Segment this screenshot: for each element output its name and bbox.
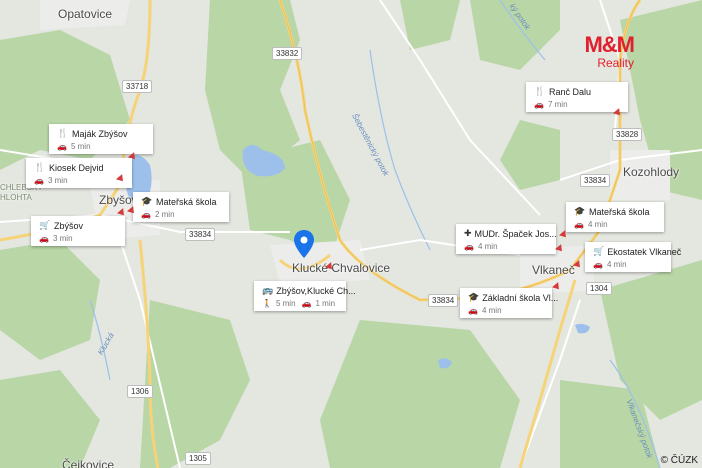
map-copyright: © ČÚZK [660, 455, 698, 466]
car-icon: 🚗 [574, 220, 584, 229]
school-icon: 🎓 [141, 196, 153, 206]
place-zbysov: Zbyšov [99, 193, 138, 207]
car-icon: 🚗 [57, 142, 67, 151]
poi-card[interactable]: 🚌 Zbýšov,Klucké Ch... 🚶 5 min 🚗 1 min [254, 281, 356, 311]
brand-logo-sub: Reality [597, 56, 634, 70]
fork-knife-icon: 🍴 [57, 128, 69, 138]
poi-duration: 4 min [587, 220, 608, 229]
poi-duration: 7 min [547, 100, 568, 109]
road-number: 33834 [185, 228, 216, 241]
poi-name: Zbýšov,Klucké Ch... [276, 285, 356, 296]
car-icon: 🚗 [141, 210, 151, 219]
poi-name: Mateřská škola [589, 206, 650, 217]
poi-duration: 5 min [275, 299, 296, 308]
school-icon: 🎓 [468, 292, 480, 302]
poi-duration: 3 min [52, 234, 73, 243]
poi-duration: 3 min [47, 176, 68, 185]
poi-duration: 4 min [481, 306, 502, 315]
poi-duration: 4 min [477, 242, 498, 251]
place-cejkovice: Čejkovice [62, 458, 115, 468]
car-icon: 🚗 [464, 242, 474, 251]
poi-name: Ekostatek Vlkaneč [607, 246, 682, 257]
poi-card[interactable]: 🍴 Kiosek Dejvid 🚗 3 min [26, 158, 132, 188]
poi-card[interactable]: 🛒 Zbýšov 🚗 3 min [31, 216, 125, 246]
fork-knife-icon: 🍴 [534, 86, 546, 96]
location-pin-icon[interactable] [293, 229, 315, 259]
brand-logo: M&M Reality [558, 32, 635, 71]
poi-name: Kiosek Dejvid [49, 162, 104, 173]
road-number: 1304 [586, 282, 612, 295]
poi-duration: 2 min [154, 210, 175, 219]
poi-card[interactable]: 🎓 Základní škola Vl... 🚗 4 min [460, 288, 558, 318]
car-icon: 🚗 [39, 234, 49, 243]
poi-card[interactable]: ✚ MUDr. Špaček Jos... 🚗 4 min [456, 224, 557, 254]
poi-duration: 4 min [606, 260, 627, 269]
bus-icon: 🚌 [262, 285, 274, 295]
cart-icon: 🛒 [593, 246, 605, 256]
map-canvas[interactable]: Opatovice Zbyšov Klucké Chvalovice Vlkan… [0, 0, 702, 468]
poi-name: Ranč Dalu [549, 86, 592, 97]
walk-icon: 🚶 [262, 299, 272, 308]
poi-duration: 5 min [70, 142, 91, 151]
road-number: 1306 [127, 385, 153, 398]
place-klucke-chvalovice: Klucké Chvalovice [292, 261, 391, 275]
poi-duration-2: 1 min [315, 299, 336, 308]
poi-name: Základní škola Vl... [482, 292, 559, 303]
poi-card[interactable]: 🍴 Ranč Dalu 🚗 7 min [526, 82, 628, 112]
place-chlebsky-hlohta: CHLEBSKÝ HLOHTA [0, 183, 43, 202]
poi-name: Zbýšov [54, 220, 84, 231]
place-vlkanec: Vlkaneč [532, 263, 575, 277]
car-icon: 🚗 [534, 100, 544, 109]
brand-logo-mark: M&M [584, 32, 635, 57]
fork-knife-icon: 🍴 [34, 162, 46, 172]
poi-name: MUDr. Špaček Jos... [474, 228, 557, 239]
place-kozohlody: Kozohlody [623, 165, 680, 179]
place-opatovice: Opatovice [58, 7, 113, 21]
road-number: 33828 [612, 128, 643, 141]
road-number: 33834 [428, 294, 459, 307]
poi-card[interactable]: 🎓 Mateřská škola 🚗 2 min [133, 192, 229, 222]
road-number: 1305 [185, 452, 211, 465]
cart-icon: 🛒 [39, 220, 51, 230]
poi-name: Maják Zbýšov [72, 128, 128, 139]
poi-name: Mateřská škola [156, 196, 217, 207]
car-icon: 🚗 [301, 299, 312, 308]
car-icon: 🚗 [468, 306, 478, 315]
poi-card[interactable]: 🎓 Mateřská škola 🚗 4 min [566, 202, 664, 232]
car-icon: 🚗 [593, 260, 603, 269]
poi-card[interactable]: 🍴 Maják Zbýšov 🚗 5 min [49, 124, 153, 154]
car-icon: 🚗 [34, 176, 44, 185]
road-number: 33718 [122, 80, 153, 93]
road-number: 33832 [272, 47, 303, 60]
medical-icon: ✚ [464, 228, 472, 238]
poi-card[interactable]: 🛒 Ekostatek Vlkaneč 🚗 4 min [585, 242, 681, 272]
road-number: 33834 [580, 174, 611, 187]
school-icon: 🎓 [574, 206, 586, 216]
